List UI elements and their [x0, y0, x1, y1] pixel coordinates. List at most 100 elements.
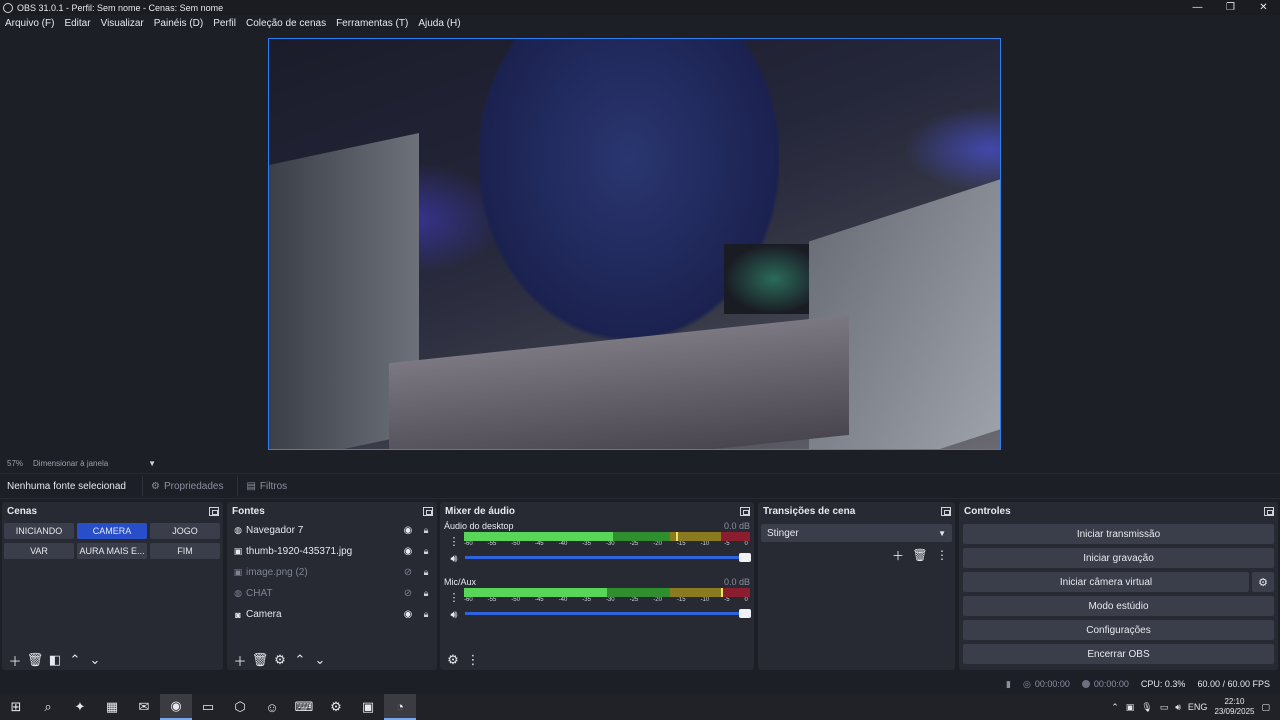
kebab-menu-icon[interactable]: ⋮ — [464, 651, 482, 669]
chevron-up-icon[interactable]: ⌃ — [1111, 702, 1119, 713]
speaker-icon[interactable]: 🔊︎ — [451, 550, 458, 568]
eye-slash-icon[interactable]: ⊘ — [401, 588, 415, 599]
chrome-icon[interactable]: ◉ — [160, 694, 192, 720]
lock-icon[interactable]: 🔒︎ — [421, 588, 431, 599]
source-item[interactable]: ◙ Camera ◉ 🔒︎ — [227, 604, 437, 625]
meter-tick-label: 0 — [744, 597, 748, 603]
add-icon[interactable]: ＋ — [6, 651, 24, 669]
eye-icon[interactable]: ◉ — [401, 546, 415, 557]
source-item[interactable]: ◍ CHAT ⊘ 🔒︎ — [227, 583, 437, 604]
trash-icon[interactable]: 🗑 — [26, 651, 44, 669]
volume-icon[interactable]: 🔊︎ — [1175, 702, 1181, 713]
menu-visualizar[interactable]: Visualizar — [101, 18, 144, 29]
kebab-menu-icon[interactable]: ⋮ — [449, 588, 460, 606]
meter-tick-label: -60 — [464, 541, 473, 547]
undock-icon[interactable] — [209, 506, 219, 516]
kebab-menu-icon[interactable]: ⋮ — [934, 547, 950, 563]
copilot-icon[interactable]: ✦ — [64, 694, 96, 720]
volume-slider[interactable] — [465, 609, 751, 618]
gear-icon[interactable]: ⚙ — [271, 651, 289, 669]
meter-tick-label: -30 — [605, 597, 615, 603]
start-stream-button[interactable]: Iniciar transmissão — [963, 524, 1274, 544]
eye-icon[interactable]: ◉ — [401, 609, 415, 620]
scene-fim[interactable]: FIM — [150, 543, 220, 559]
preview-canvas[interactable] — [268, 38, 1001, 450]
source-item[interactable]: ▣ image.png (2) ⊘ 🔒︎ — [227, 562, 437, 583]
speaker-icon[interactable]: 🔊︎ — [451, 606, 458, 624]
kebab-menu-icon[interactable]: ⋮ — [449, 532, 460, 550]
undock-icon[interactable] — [941, 506, 951, 516]
source-item[interactable]: ▣ thumb-1920-435371.jpg ◉ 🔒︎ — [227, 541, 437, 562]
screen-record-icon[interactable]: ▣ — [1126, 702, 1135, 713]
trash-icon[interactable]: 🗑 — [251, 651, 269, 669]
channel-db: 0.0 dB — [723, 577, 750, 587]
arrow-down-icon[interactable]: ⌄ — [86, 651, 104, 669]
windows-start-icon[interactable]: ⊞ — [0, 694, 32, 720]
lock-icon[interactable]: 🔒︎ — [421, 525, 431, 536]
filters-button[interactable]: ▤ Filtros — [237, 476, 295, 496]
scene-aura[interactable]: AURA MAIS E... — [77, 543, 147, 559]
scene-var[interactable]: VAR — [4, 543, 74, 559]
menu-ajuda[interactable]: Ajuda (H) — [418, 18, 460, 29]
menu-editar[interactable]: Editar — [64, 18, 90, 29]
language-indicator[interactable]: ENG — [1188, 702, 1208, 712]
scale-mode-select[interactable]: Dimensionar à janela — [33, 459, 108, 468]
start-record-button[interactable]: Iniciar gravação — [963, 548, 1274, 568]
advanced-audio-icon[interactable]: ⚙ — [444, 651, 462, 669]
settings-button[interactable]: Configurações — [963, 620, 1274, 640]
scene-camera[interactable]: CAMERA — [77, 523, 147, 539]
menu-paineis[interactable]: Painéis (D) — [154, 18, 203, 29]
minimize-icon[interactable]: — — [1181, 0, 1214, 15]
menu-arquivo[interactable]: Arquivo (F) — [5, 18, 54, 29]
gear-icon[interactable]: ⚙ — [1252, 572, 1274, 592]
trash-icon[interactable]: 🗑 — [912, 547, 928, 563]
scene-jogo[interactable]: JOGO — [150, 523, 220, 539]
meter-tick-label: -55 — [487, 541, 497, 547]
transition-select[interactable]: Stinger ▼ — [761, 524, 952, 542]
search-icon[interactable]: ⌕ — [32, 694, 64, 720]
arrow-up-icon[interactable]: ⌃ — [66, 651, 84, 669]
settings-icon[interactable]: ⚙ — [320, 694, 352, 720]
obs-icon[interactable]: ◔ — [384, 694, 416, 720]
scene-iniciando[interactable]: INICIANDO — [4, 523, 74, 539]
arrow-up-icon[interactable]: ⌃ — [291, 651, 309, 669]
lock-icon[interactable]: 🔒︎ — [421, 609, 431, 620]
chevron-down-icon[interactable]: ▼ — [148, 459, 156, 468]
volume-slider[interactable] — [465, 553, 751, 562]
nvidia-icon[interactable]: ▣ — [352, 694, 384, 720]
lock-icon[interactable]: 🔒︎ — [421, 546, 431, 557]
outlook-icon[interactable]: ✉ — [128, 694, 160, 720]
lock-icon[interactable]: 🔒︎ — [421, 567, 431, 578]
undock-icon[interactable] — [740, 506, 750, 516]
clock[interactable]: 22:10 23/09/2025 — [1214, 697, 1254, 717]
eye-slash-icon[interactable]: ⊘ — [401, 567, 415, 578]
camera-icon: ◙ — [235, 609, 241, 620]
network-icon[interactable]: ▭ — [1160, 702, 1169, 713]
start-virtual-cam-button[interactable]: Iniciar câmera virtual — [963, 572, 1249, 592]
terminal-icon[interactable]: ⌨ — [288, 694, 320, 720]
store-icon[interactable]: ▦ — [96, 694, 128, 720]
microphone-icon[interactable]: 🎙︎ — [1141, 702, 1152, 713]
volume-knob[interactable] — [739, 609, 751, 618]
restore-icon[interactable]: ❐ — [1214, 0, 1247, 15]
discord-icon[interactable]: ☺ — [256, 694, 288, 720]
properties-button[interactable]: ⚙ Propriedades — [142, 476, 231, 496]
eye-icon[interactable]: ◉ — [401, 525, 415, 536]
file-explorer-icon[interactable]: ▭ — [192, 694, 224, 720]
menu-perfil[interactable]: Perfil — [213, 18, 236, 29]
arrow-down-icon[interactable]: ⌄ — [311, 651, 329, 669]
undock-icon[interactable] — [1264, 506, 1274, 516]
studio-mode-button[interactable]: Modo estúdio — [963, 596, 1274, 616]
close-icon[interactable]: ✕ — [1247, 0, 1280, 15]
notification-icon[interactable]: ▢ — [1261, 702, 1270, 713]
volume-knob[interactable] — [739, 553, 751, 562]
menu-ferramentas[interactable]: Ferramentas (T) — [336, 18, 408, 29]
app-icon[interactable]: ⬡ — [224, 694, 256, 720]
exit-button[interactable]: Encerrar OBS — [963, 644, 1274, 664]
menu-colecao-de-cenas[interactable]: Coleção de cenas — [246, 18, 326, 29]
add-icon[interactable]: ＋ — [890, 547, 906, 563]
filter-icon[interactable]: ◧ — [46, 651, 64, 669]
source-item[interactable]: ◍ Navegador 7 ◉ 🔒︎ — [227, 520, 437, 541]
undock-icon[interactable] — [423, 506, 433, 516]
add-icon[interactable]: ＋ — [231, 651, 249, 669]
